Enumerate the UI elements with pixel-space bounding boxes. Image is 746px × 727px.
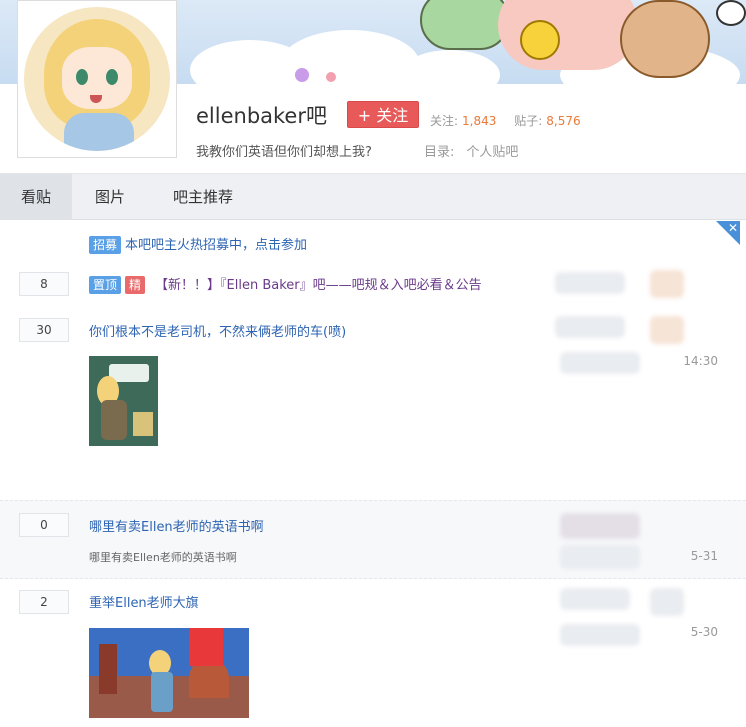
forum-stats: 关注: 1,843 贴子: 8,576: [430, 112, 595, 129]
reply-count: 8: [19, 272, 69, 296]
post-title-text[interactable]: 本吧吧主火热招募中，点击参加: [125, 238, 307, 253]
list-item: 8 置顶精【新！！】『Ellen Baker』吧——吧规＆入吧必看＆公告: [0, 270, 746, 304]
reply-count: 0: [19, 513, 69, 537]
duck-icon: [520, 20, 560, 60]
post-thumbnail[interactable]: [89, 628, 249, 718]
tab-bar: 看贴 图片 吧主推荐: [0, 174, 746, 220]
bear-icon: [620, 0, 710, 78]
forum-slogan: 我教你们英语但你们却想上我?: [196, 145, 372, 160]
post-title[interactable]: 置顶精【新！！】『Ellen Baker』吧——吧规＆入吧必看＆公告: [89, 274, 482, 294]
avatar: [650, 588, 684, 616]
post-time: 5-30: [690, 625, 718, 639]
list-item: 招募 本吧吧主火热招募中，点击参加: [0, 234, 746, 260]
post-time: 14:30: [683, 354, 718, 368]
post-count: 8,576: [546, 114, 581, 128]
reply-count: 30: [19, 318, 69, 342]
avatar: [555, 272, 625, 294]
follow-count-label: 关注:: [430, 114, 459, 128]
close-icon[interactable]: ✕: [728, 221, 738, 235]
avatar: [650, 270, 684, 298]
post-count-label: 贴子:: [514, 114, 543, 128]
avatar: [560, 352, 640, 374]
post-title[interactable]: 哪里有卖Ellen老师的英语书啊: [89, 516, 264, 535]
tab-recommended[interactable]: 吧主推荐: [158, 174, 248, 220]
forum-name[interactable]: ellenbaker吧: [196, 100, 327, 130]
post-time: 5-31: [690, 549, 718, 563]
follow-count: 1,843: [462, 114, 497, 128]
reply-count: 2: [19, 590, 69, 614]
list-item: 2 重举Ellen老师大旗 5-30: [0, 588, 746, 727]
forum-avatar[interactable]: [17, 0, 177, 158]
avatar: [650, 316, 684, 344]
post-summary: 哪里有卖Ellen老师的英语书啊: [89, 551, 237, 564]
follow-button[interactable]: + 关注: [347, 101, 419, 128]
banner-character-icon: [420, 0, 510, 50]
pinned-badge: 置顶: [89, 276, 122, 294]
list-item: 0 哪里有卖Ellen老师的英语书啊 哪里有卖Ellen老师的英语书啊 5-31: [0, 500, 746, 579]
avatar: [560, 545, 640, 569]
post-title[interactable]: 招募 本吧吧主火热招募中，点击参加: [89, 234, 307, 254]
avatar: [560, 513, 640, 539]
post-title[interactable]: 重举Ellen老师大旗: [89, 592, 199, 611]
post-title[interactable]: 你们根本不是老司机，不然来俩老师的车(喷): [89, 321, 346, 340]
recruit-badge: 招募: [89, 236, 122, 254]
catalog-value[interactable]: 个人贴吧: [466, 145, 518, 160]
tab-images[interactable]: 图片: [78, 174, 142, 220]
featured-badge: 精: [125, 276, 146, 294]
avatar: [560, 624, 640, 646]
forum-catalog: 目录: 个人贴吧: [424, 141, 518, 160]
tab-posts[interactable]: 看贴: [0, 174, 72, 220]
avatar: [555, 316, 625, 338]
avatar: [560, 588, 630, 610]
post-title-text[interactable]: 【新！！】『Ellen Baker』吧——吧规＆入吧必看＆公告: [155, 278, 482, 293]
post-thumbnail[interactable]: [89, 356, 158, 446]
list-item: 30 你们根本不是老司机，不然来俩老师的车(喷) 14:30: [0, 316, 746, 496]
catalog-label: 目录:: [424, 145, 455, 160]
